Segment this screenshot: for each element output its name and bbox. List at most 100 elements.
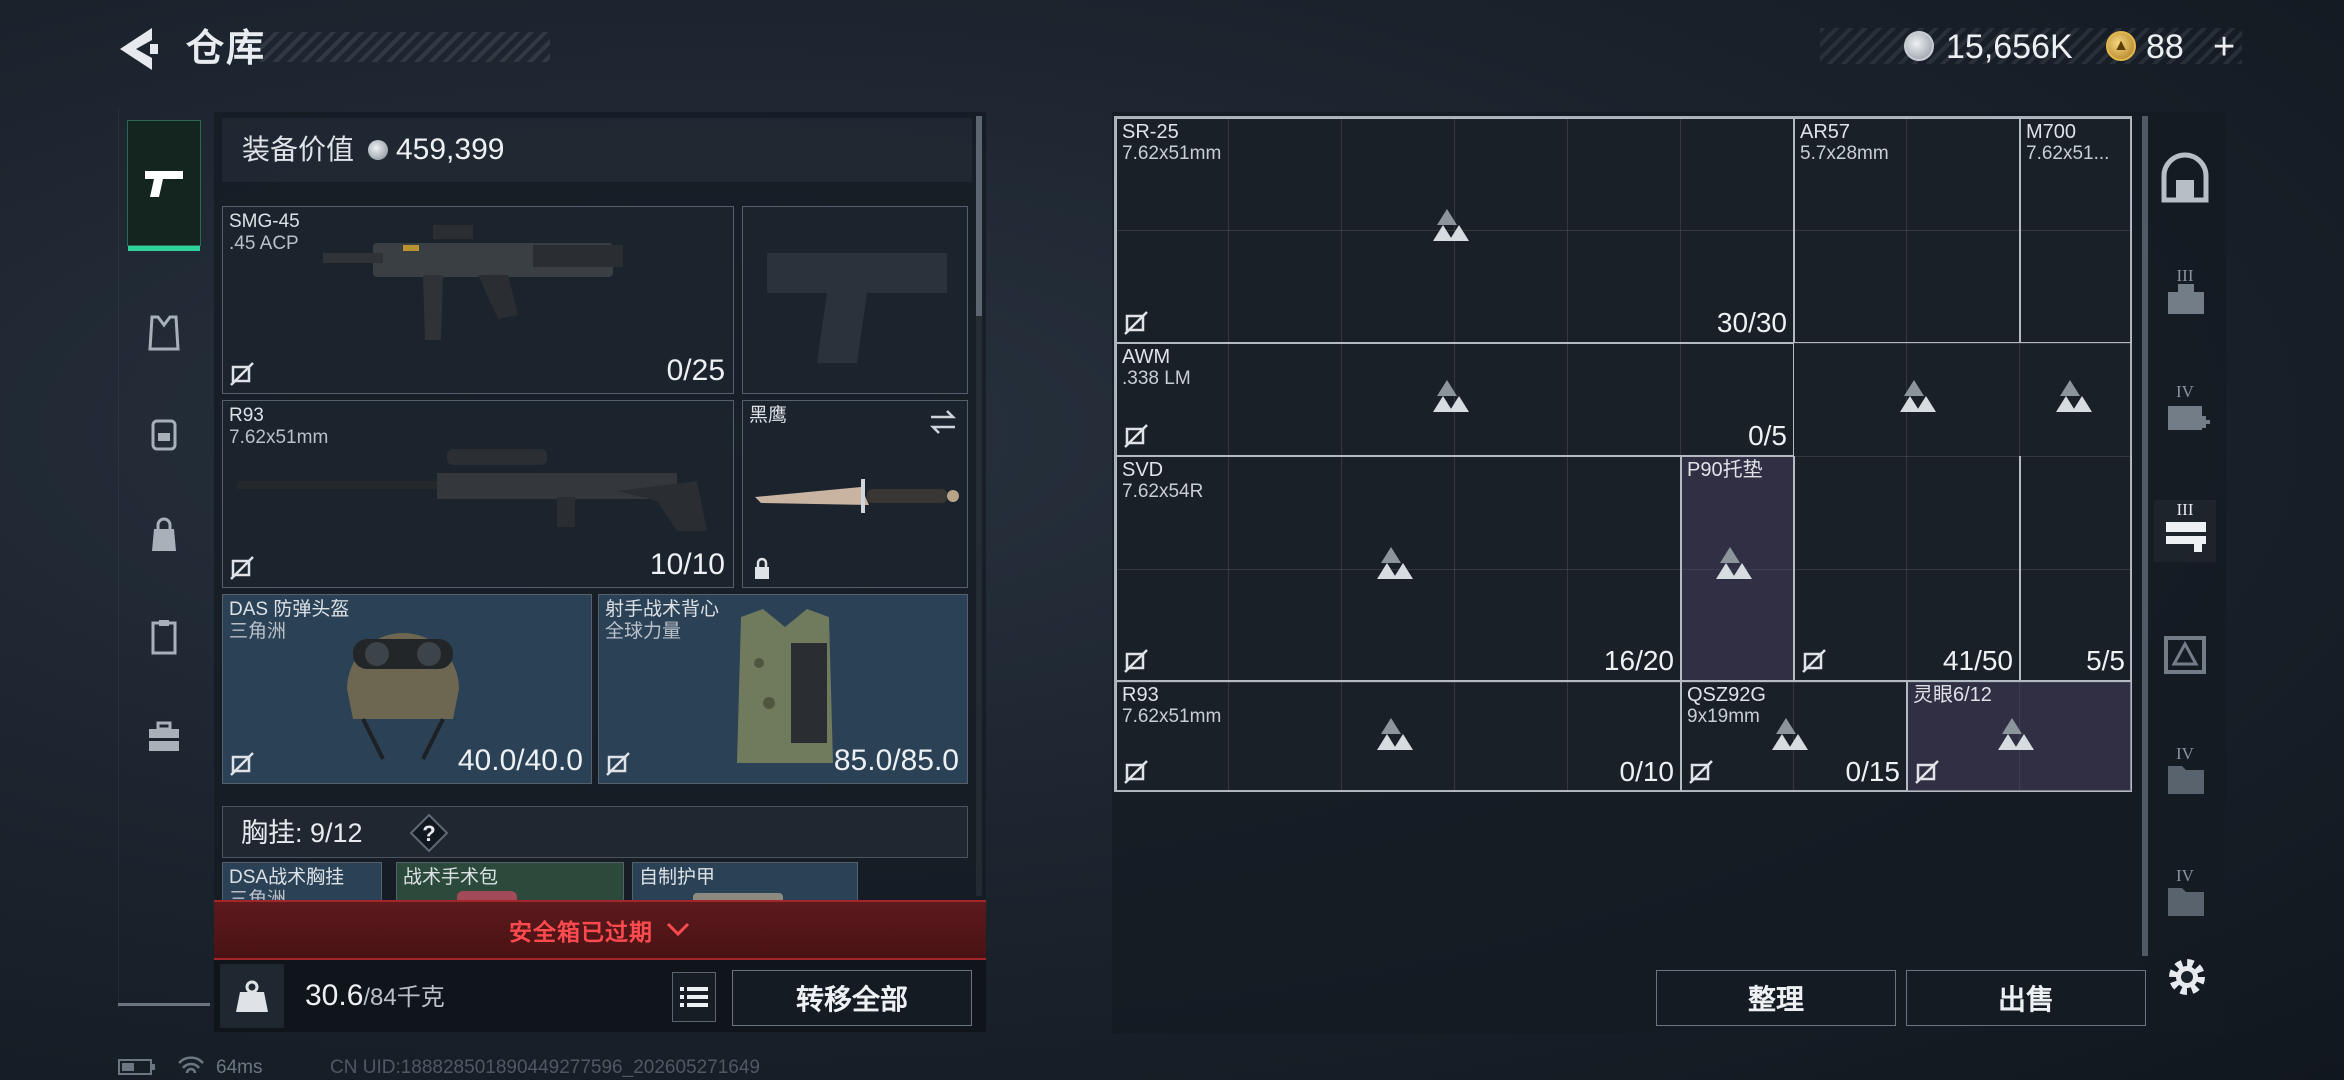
secondary-weapon-slot[interactable]: R93 7.62x51mm 10/10 [222, 400, 734, 588]
storage-tab-level-4b[interactable]: IV [2154, 744, 2216, 806]
wifi-icon [178, 1056, 204, 1074]
ammo-count: 0/25 [666, 354, 725, 387]
bag-icon [152, 517, 176, 551]
storage-grid[interactable]: SR-25 7.62x51mm 30/30 AR57 5.7x28mm M700… [1114, 116, 2132, 792]
storage-item-qsz92g[interactable]: QSZ92G 9x19mm 0/15 [1681, 681, 1907, 792]
battery-icon [118, 1059, 155, 1075]
help-icon[interactable]: ? [409, 813, 449, 853]
weight-badge [220, 964, 284, 1028]
rig-item-name: DSA战术胸挂 [229, 867, 345, 888]
token-triangle-icon: ▲ [2113, 37, 2129, 54]
sidearm-slot-empty[interactable] [742, 206, 968, 394]
durability: 85.0/85.0 [833, 744, 959, 777]
storage-tab-level-4a[interactable]: IV [2154, 382, 2216, 444]
title-decoration [260, 32, 550, 62]
briefcase-icon [149, 721, 179, 751]
storage-item-sr25[interactable]: SR-25 7.62x51mm 30/30 [1116, 118, 1794, 343]
item-name: SVD [1122, 459, 1164, 481]
category-backpack[interactable] [127, 398, 201, 468]
no-insure-icon [1689, 760, 1713, 784]
smg-weapon-icon [323, 225, 623, 340]
item-caliber: 7.62x51mm [1122, 143, 1222, 164]
no-insure-icon [606, 752, 630, 776]
user-uid: CN UID:1888285018904492775​96_2026052716… [330, 1057, 760, 1078]
transfer-all-button[interactable]: 转移全部 [732, 970, 972, 1026]
tab-level: IV [2176, 866, 2194, 885]
category-case[interactable] [127, 702, 201, 772]
equipment-value: 459,399 [396, 133, 505, 166]
storage-tab-ammo[interactable] [2154, 622, 2216, 684]
secure-box-text: 安全箱已过期 [509, 919, 653, 945]
page-title: 仓库 [186, 28, 267, 70]
back-button[interactable] [112, 22, 162, 76]
item-name: QSZ92G [1687, 684, 1766, 706]
storage-item-r93[interactable]: R93 7.62x51mm 0/10 [1116, 681, 1681, 792]
slot-name: SMG-45 [229, 211, 300, 232]
storage-tab-level-3b[interactable]: III [2154, 500, 2216, 562]
tab-level: III [2176, 500, 2194, 519]
storage-tab-level-3a[interactable]: III [2154, 266, 2216, 328]
category-clipboard[interactable] [127, 602, 201, 672]
rail-divider [118, 1003, 210, 1006]
equipment-scroll-thumb[interactable] [976, 116, 982, 316]
status-bar [118, 1056, 158, 1078]
settings-button[interactable] [2160, 950, 2214, 1004]
storage-tab-level-4c[interactable]: IV [2154, 866, 2216, 928]
no-insure-icon [1915, 760, 1939, 784]
item-count: 0/10 [1619, 756, 1675, 787]
secure-box-expired-banner[interactable]: 安全箱已过期 [214, 900, 986, 960]
item-name: R93 [1122, 684, 1159, 706]
storage-item-m700[interactable]: M700 7.62x51... [2020, 118, 2132, 343]
storage-scroll-thumb[interactable] [2142, 116, 2148, 956]
equipment-value-label: 装备价值 [242, 134, 355, 165]
category-armor[interactable] [127, 298, 201, 368]
list-icon [680, 987, 708, 1007]
storage-tab-main[interactable] [2154, 148, 2216, 210]
no-insure-icon [230, 362, 254, 386]
storage-item-scope[interactable]: 灵眼6/12 [1907, 681, 2132, 792]
slot-caliber: .45 ACP [229, 233, 299, 254]
chevron-down-icon [666, 922, 690, 937]
tab-level: III [2176, 266, 2194, 285]
rig-item-name: 战术手术包 [403, 867, 499, 888]
melee-slot[interactable]: 黑鹰 [742, 400, 968, 588]
item-caliber: 9x19mm [1687, 706, 1760, 727]
item-name: 灵眼6/12 [1913, 684, 1992, 706]
sort-button[interactable]: 整理 [1656, 970, 1896, 1026]
no-insure-icon [1124, 424, 1148, 448]
add-tokens-button[interactable]: + [2213, 26, 2235, 68]
swap-icon[interactable] [927, 409, 959, 435]
rarity-triangle-icon [1377, 718, 1413, 750]
rarity-triangle-icon [1433, 380, 1469, 412]
storage-item-p90-stock[interactable]: P90托垫 [1681, 456, 1794, 681]
knife-icon [755, 479, 959, 513]
item-count: 41/50 [1942, 645, 2013, 676]
lock-icon [755, 557, 769, 579]
storage-item-ar57[interactable]: AR57 5.7x28mm [1794, 118, 2020, 343]
weight-icon [236, 980, 268, 1012]
pistol-icon [145, 171, 183, 197]
slot-name: R93 [229, 405, 264, 426]
durability: 40.0/40.0 [457, 744, 583, 777]
token-amount: 88 [2146, 28, 2184, 66]
gear-icon [2169, 959, 2205, 995]
primary-weapon-slot[interactable]: SMG-45 .45 ACP 0/25 [222, 206, 734, 394]
helmet-slot[interactable]: DAS 防弹头盔 三角洲 40.0/40.0 [222, 594, 592, 784]
category-weapons[interactable] [127, 120, 201, 251]
sell-button[interactable]: 出售 [1906, 970, 2146, 1026]
armor-vest-icon [737, 609, 833, 763]
item-caliber: 7.62x51mm [1122, 706, 1222, 727]
rarity-triangle-icon [1772, 718, 1808, 750]
storage-item-awm[interactable]: AWM .338 LM 0/5 [1116, 343, 1794, 456]
item-name: AWM [1122, 346, 1171, 368]
category-bag[interactable] [127, 500, 201, 570]
slot-name: 黑鹰 [749, 405, 788, 426]
item-count: 30/30 [1716, 307, 1787, 338]
storage-item-m700-ammo[interactable]: 5/5 [2020, 456, 2132, 681]
body-armor-slot[interactable]: 射手战术背心 全球力量 85.0/85.0 [598, 594, 968, 784]
ammo-count: 10/10 [649, 548, 725, 581]
list-view-button[interactable] [672, 972, 716, 1022]
storage-item-svd[interactable]: SVD 7.62x54R 16/20 [1116, 456, 1681, 681]
storage-item-ar57-ammo[interactable]: 41/50 [1794, 456, 2020, 681]
currency-amount: 15,656K [1946, 28, 2073, 66]
